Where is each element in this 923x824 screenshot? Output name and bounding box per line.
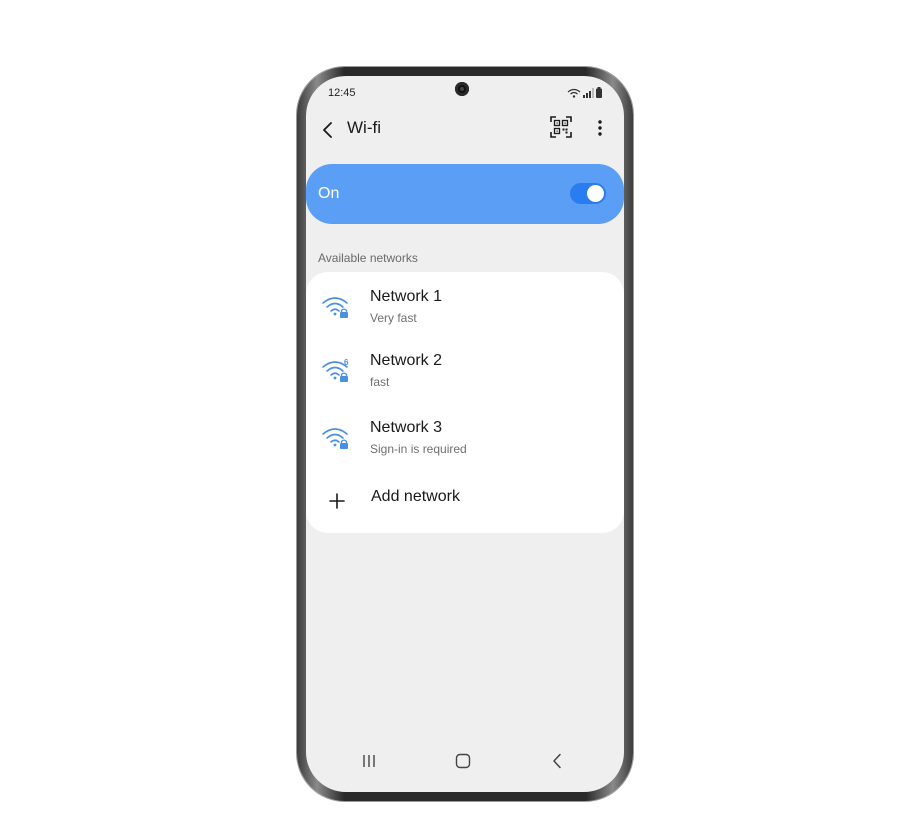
navigation-bar xyxy=(306,746,624,776)
front-camera xyxy=(455,82,469,96)
page-title: Wi-fi xyxy=(347,118,381,137)
wifi-6-locked-icon: 6 xyxy=(320,356,354,386)
wifi-locked-icon xyxy=(320,423,354,453)
add-icon[interactable] xyxy=(326,490,348,512)
network-item[interactable]: Network 3 Sign-in is required xyxy=(306,409,624,469)
network-name: Network 3 xyxy=(370,419,443,436)
wifi-toggle[interactable] xyxy=(570,183,606,204)
add-network-button[interactable]: Add network xyxy=(371,488,460,506)
network-status: Sign-in is required xyxy=(370,442,467,456)
nav-back-icon[interactable] xyxy=(545,750,569,772)
recent-apps-icon[interactable] xyxy=(357,750,381,772)
master-switch-label: On xyxy=(318,185,340,202)
back-icon[interactable] xyxy=(316,118,340,142)
network-status: fast xyxy=(370,375,390,389)
toggle-knob xyxy=(587,185,604,202)
svg-text:6: 6 xyxy=(344,358,349,367)
network-item[interactable]: Network 1 Very fast xyxy=(306,278,624,338)
status-bar: 12:45 xyxy=(306,76,624,108)
status-icons xyxy=(567,86,602,98)
available-networks-header: Available networks xyxy=(318,251,418,265)
network-name: Network 1 xyxy=(370,288,443,305)
home-icon[interactable] xyxy=(451,750,475,772)
network-status: Very fast xyxy=(370,311,417,325)
wifi-status-icon xyxy=(567,88,581,98)
status-time: 12:45 xyxy=(328,87,356,99)
network-item[interactable]: 6 Network 2 fast xyxy=(306,342,624,402)
network-list: Network 1 Very fast 6 Network 2 fast Net… xyxy=(306,272,624,533)
signal-icon xyxy=(583,88,594,98)
network-name: Network 2 xyxy=(370,352,443,369)
more-options-icon[interactable] xyxy=(590,116,610,140)
qr-code-icon[interactable] xyxy=(549,115,573,139)
wifi-locked-icon xyxy=(320,292,354,322)
battery-icon xyxy=(596,87,602,98)
wifi-master-switch[interactable]: On xyxy=(306,164,624,224)
app-bar: Wi-fi xyxy=(306,112,624,152)
phone-screen: 12:45 Wi-fi On Available networks Networ… xyxy=(306,76,624,792)
